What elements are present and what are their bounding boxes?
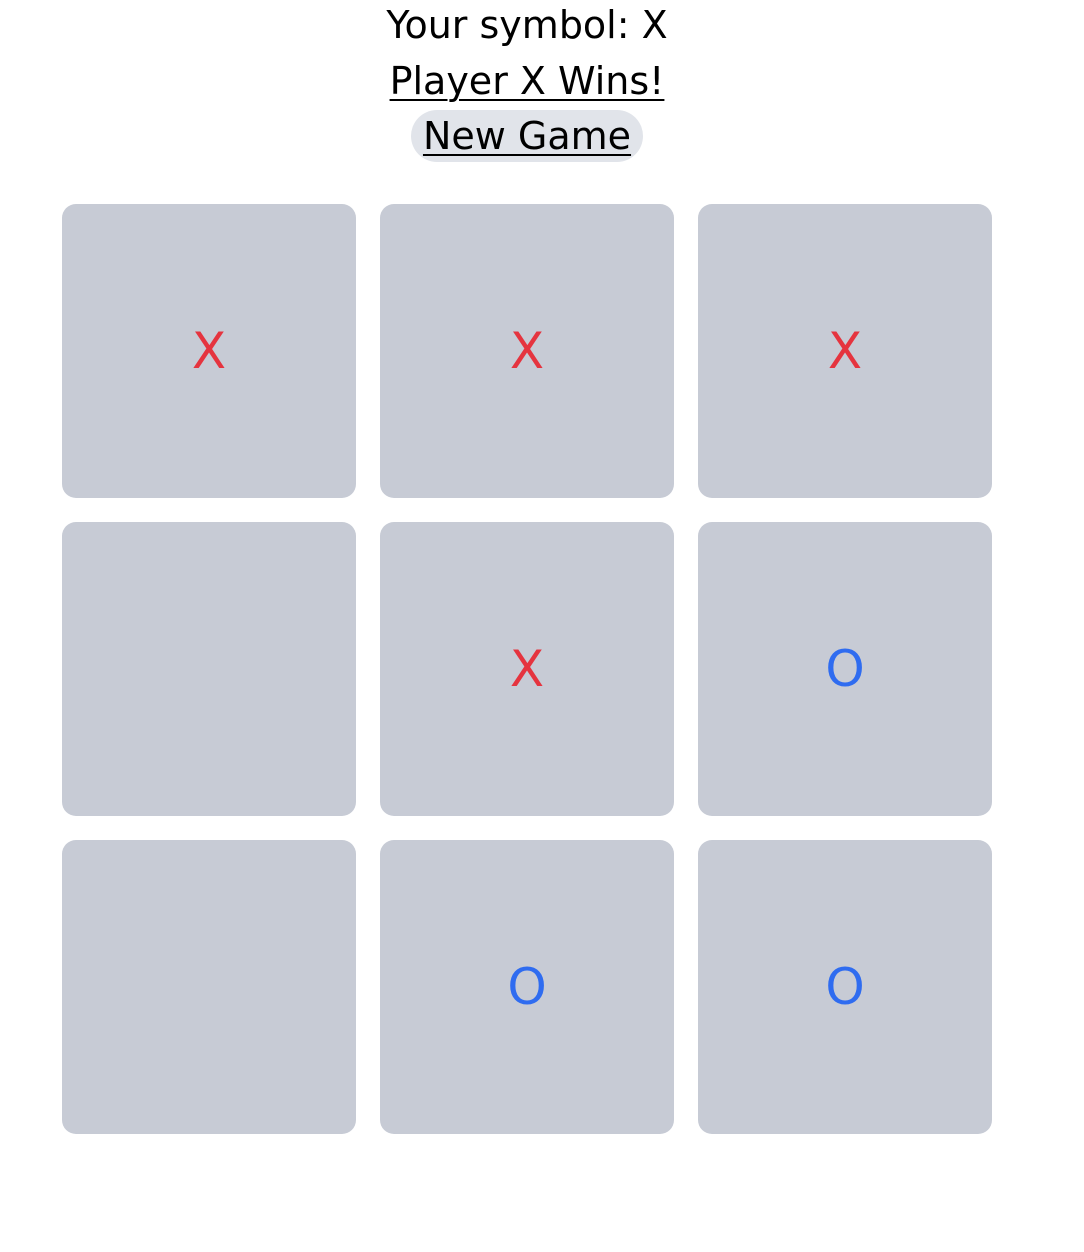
board-cell-7[interactable]	[62, 840, 356, 1134]
board-cell-8[interactable]: O	[380, 840, 674, 1134]
board-cell-2[interactable]: X	[380, 204, 674, 498]
board-cell-9[interactable]: O	[698, 840, 992, 1134]
board-cell-4[interactable]	[62, 522, 356, 816]
board-cell-1[interactable]: X	[62, 204, 356, 498]
game-board: X X X X O O O	[62, 204, 992, 1134]
board-cell-5[interactable]: X	[380, 522, 674, 816]
board-cell-3[interactable]: X	[698, 204, 992, 498]
your-symbol-label: Your symbol: X	[386, 3, 668, 47]
board-cell-6[interactable]: O	[698, 522, 992, 816]
game-status: Player X Wins!	[389, 59, 665, 103]
new-game-button[interactable]: New Game	[411, 110, 643, 162]
